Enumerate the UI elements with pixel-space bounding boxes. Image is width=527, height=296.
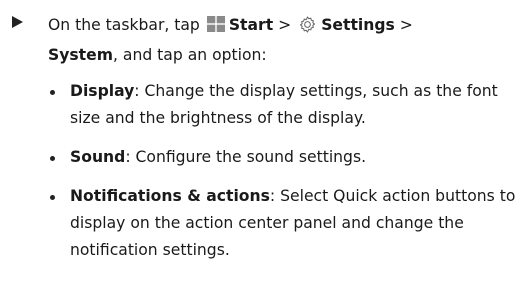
step-prefix: On the taskbar, tap — [48, 16, 200, 34]
path-separator: > — [399, 16, 413, 34]
step-arrow-icon — [12, 16, 23, 28]
option-term: Display — [70, 82, 135, 100]
list-item: Display: Change the display settings, su… — [48, 78, 520, 132]
option-desc: : Configure the sound settings. — [125, 148, 367, 166]
path-separator: > — [278, 16, 292, 34]
bullet-icon — [50, 195, 55, 200]
bullet-icon — [50, 156, 55, 161]
settings-label: Settings — [321, 16, 395, 34]
step-text: On the taskbar, tap Start > Settings > S… — [48, 10, 518, 70]
system-label: System — [48, 46, 113, 64]
windows-start-icon — [206, 16, 225, 32]
gear-icon — [300, 16, 316, 33]
bullet-icon — [50, 90, 55, 95]
option-term: Sound — [70, 148, 126, 166]
step-suffix: , and tap an option: — [112, 46, 267, 64]
option-list: Display: Change the display settings, su… — [48, 78, 520, 276]
manual-page: On the taskbar, tap Start > Settings > S… — [0, 0, 527, 296]
list-item: Sound: Configure the sound settings. — [48, 144, 520, 171]
option-term: Notifications & actions — [70, 187, 270, 205]
option-desc: : Change the display settings, such as t… — [70, 82, 498, 127]
start-label: Start — [228, 16, 274, 34]
list-item: Notifications & actions: Select Quick ac… — [48, 183, 520, 264]
